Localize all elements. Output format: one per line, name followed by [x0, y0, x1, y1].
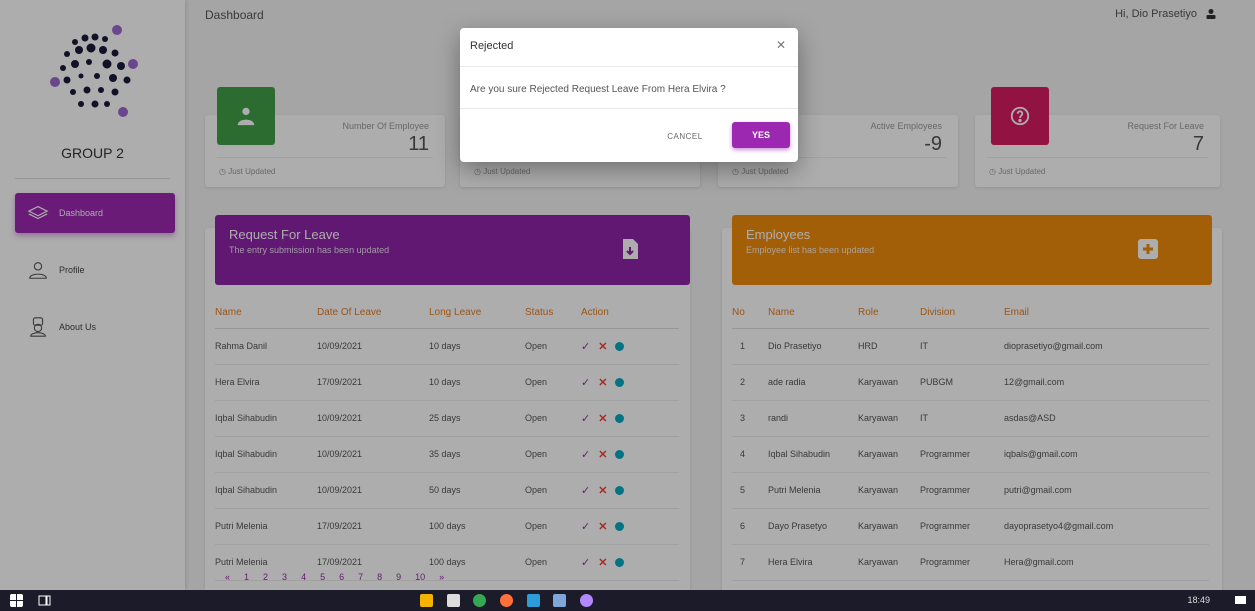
app-icon[interactable] — [580, 594, 593, 607]
task-view-icon[interactable] — [38, 594, 51, 607]
windows-start-icon[interactable] — [10, 594, 23, 607]
cancel-button[interactable]: CANCEL — [655, 125, 715, 147]
taskbar: 18:49 — [0, 590, 1255, 611]
chrome-icon[interactable] — [473, 594, 486, 607]
notification-icon[interactable] — [1234, 594, 1247, 607]
close-icon[interactable]: ✕ — [776, 38, 786, 52]
firefox-icon[interactable] — [500, 594, 513, 607]
app-icon[interactable] — [527, 594, 540, 607]
divider — [460, 108, 798, 109]
dialog-title: Rejected — [470, 40, 514, 52]
app-icon[interactable] — [447, 594, 460, 607]
divider — [460, 66, 798, 67]
yes-button[interactable]: YES — [732, 122, 790, 148]
clock: 18:49 — [1187, 595, 1210, 605]
file-explorer-icon[interactable] — [420, 594, 433, 607]
app-icon[interactable] — [553, 594, 566, 607]
dialog-message: Are you sure Rejected Request Leave From… — [470, 84, 726, 95]
reject-confirm-dialog: Rejected ✕ Are you sure Rejected Request… — [460, 28, 798, 162]
